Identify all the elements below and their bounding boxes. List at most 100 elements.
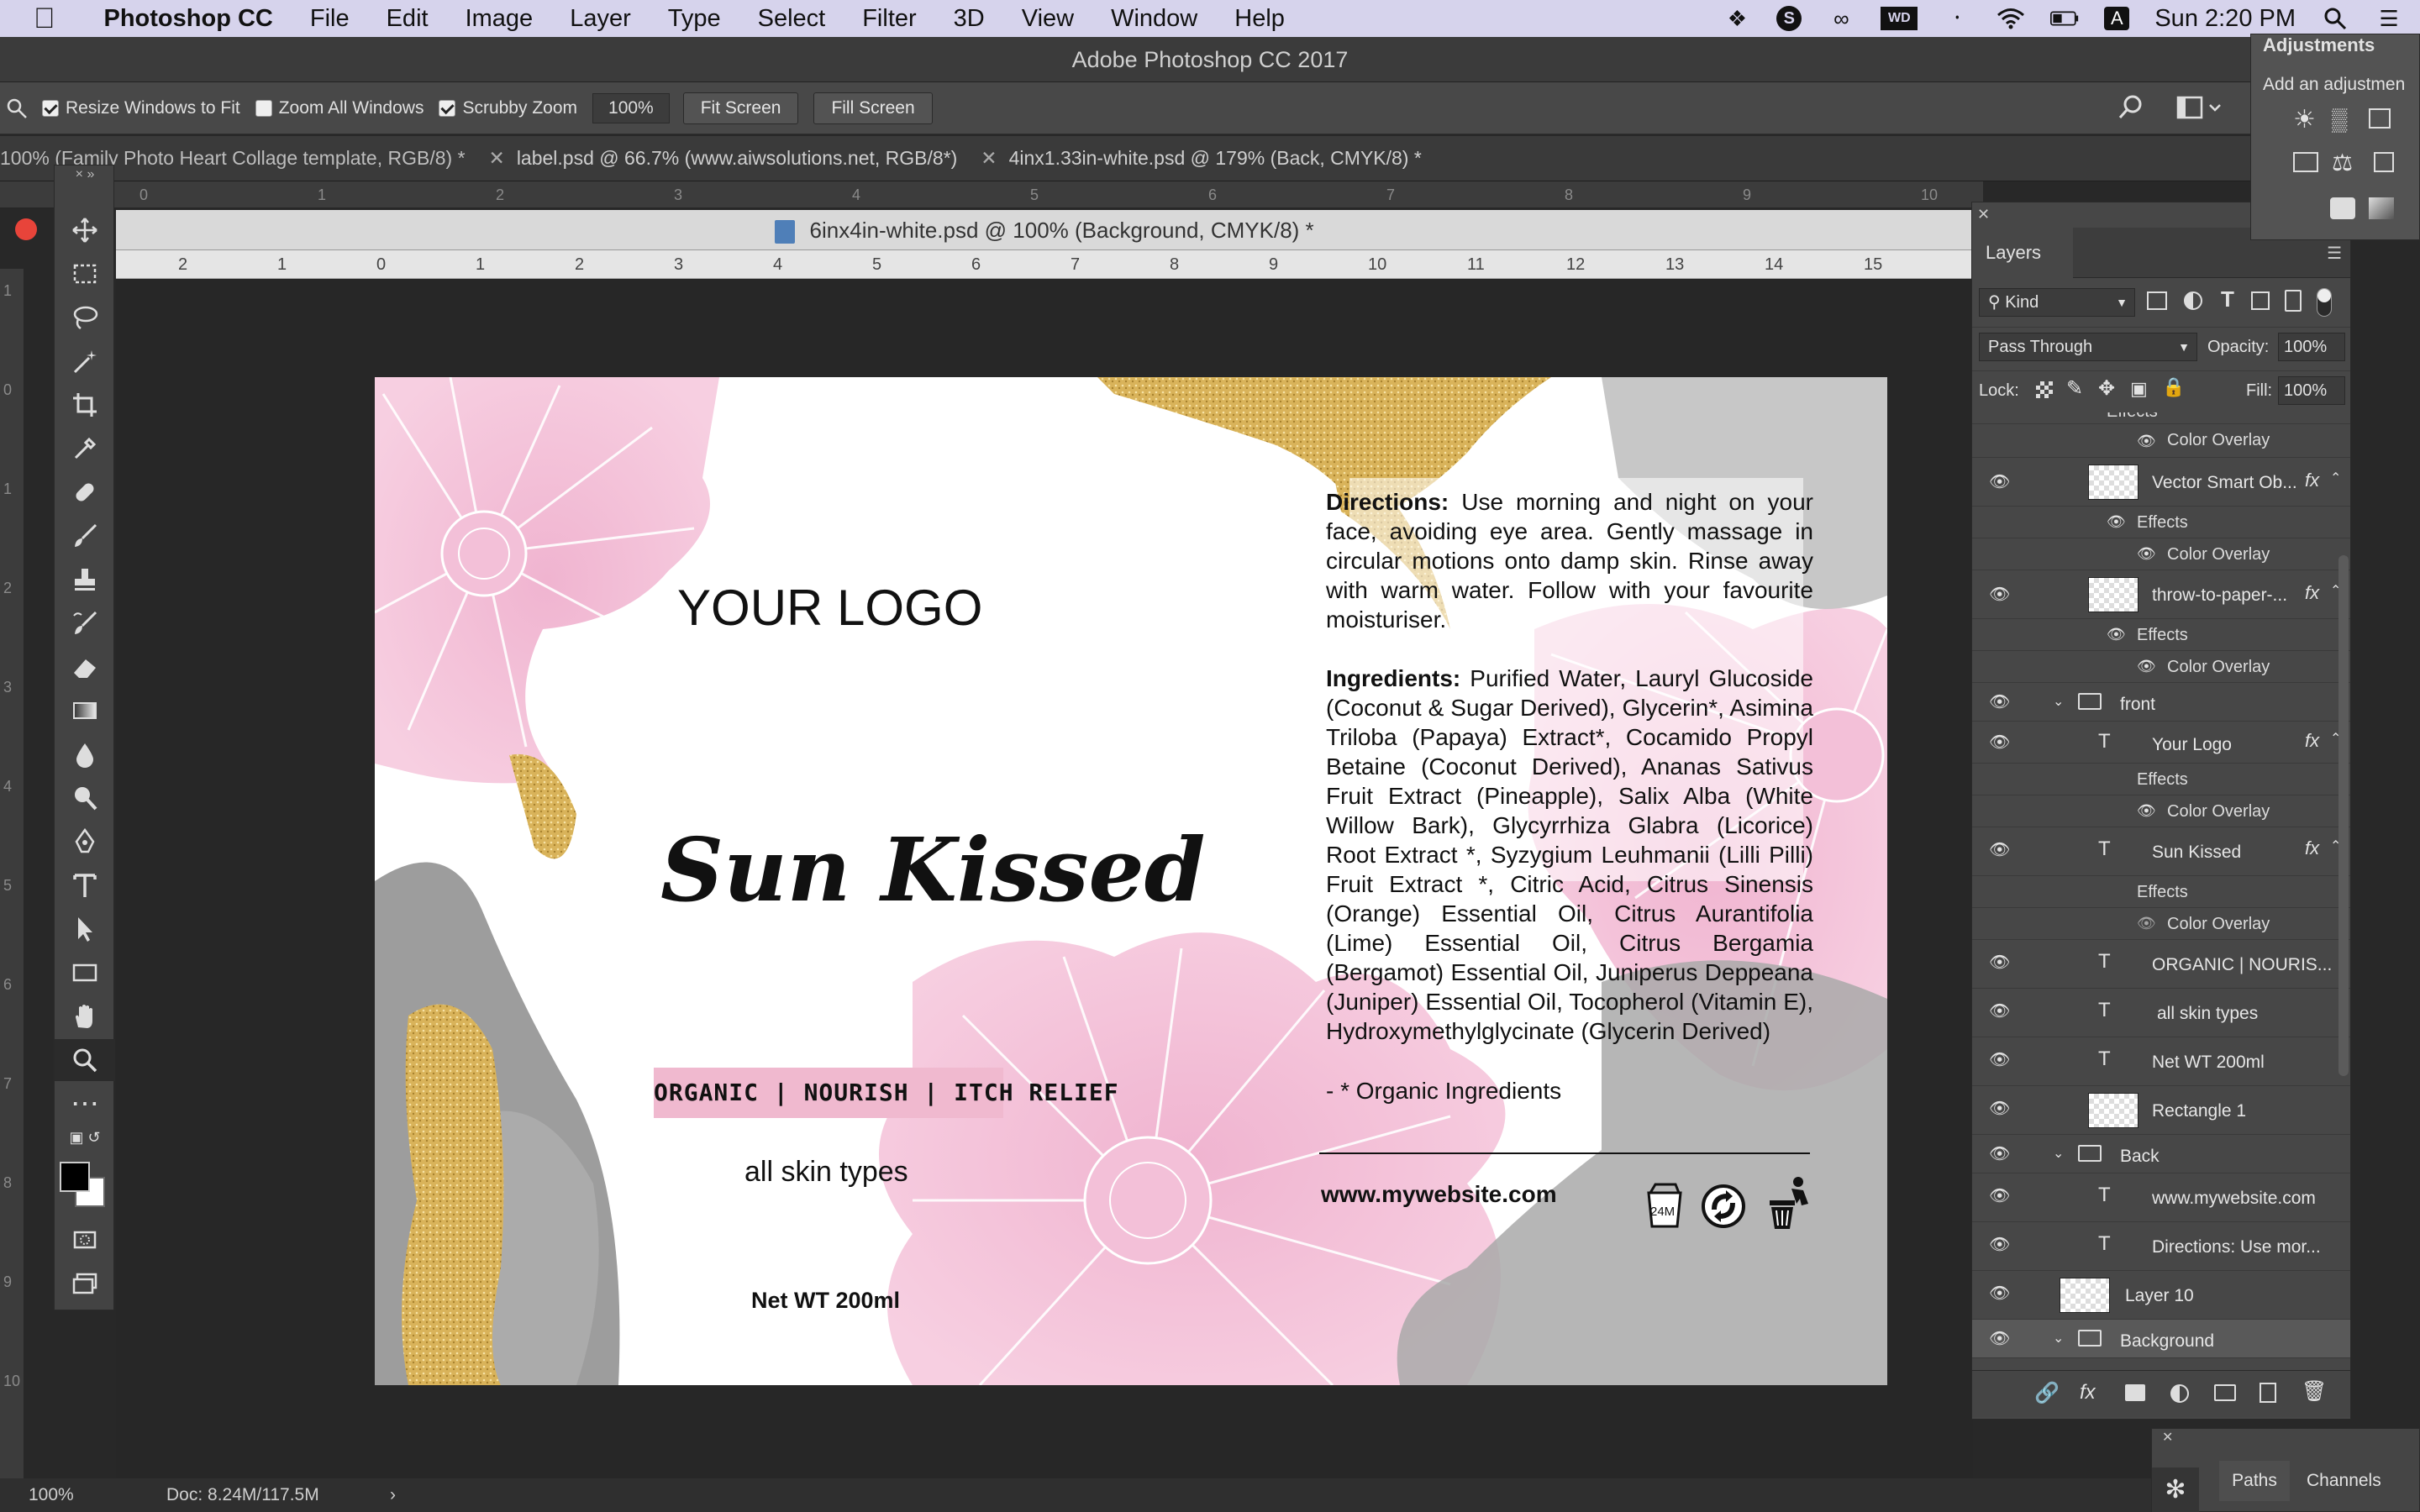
stamp-tool-icon[interactable] <box>55 559 115 601</box>
path-selection-icon[interactable] <box>55 908 115 950</box>
label-canvas[interactable]: YOUR LOGO Sun Kissed ORGANIC | NOURISH |… <box>375 377 1887 1385</box>
magic-wand-icon[interactable] <box>55 340 115 382</box>
layer-net-wt[interactable]: 👁 T Net WT 200ml <box>1972 1037 2350 1086</box>
chevron-down-icon[interactable]: ⌄ <box>2053 1145 2064 1162</box>
opacity-field[interactable]: 100% <box>2278 333 2345 361</box>
battery-icon[interactable] <box>2050 7 2079 30</box>
eye-icon[interactable]: 👁 <box>2137 915 2156 932</box>
fx-badge[interactable]: fx <box>2305 837 2319 859</box>
ingredients-block[interactable]: Ingredients: Purified Water, Lauryl Gluc… <box>1326 664 1813 1046</box>
adjustments-tab[interactable]: Adjustments <box>2263 34 2375 56</box>
screen-mode-icon[interactable] <box>55 1263 115 1305</box>
layers-panel-close[interactable]: ✕ <box>1977 206 1990 223</box>
layers-tab[interactable]: Layers <box>1972 228 2073 278</box>
menu-file[interactable]: File <box>292 5 368 33</box>
tab-paths[interactable]: Paths <box>2219 1461 2290 1501</box>
layer-color-overlay-row[interactable]: 👁 Color Overlay <box>1972 651 2350 683</box>
layer-directions[interactable]: 👁 T Directions: Use mor... <box>1972 1222 2350 1271</box>
lock-transparency-icon[interactable] <box>2036 381 2053 398</box>
wd-drive-icon[interactable]: WD <box>1881 7 1918 30</box>
input-source-icon[interactable]: A <box>2104 7 2130 30</box>
filter-type-icon[interactable]: T <box>2221 286 2234 312</box>
notification-center-icon[interactable]: ☰ <box>2375 6 2403 31</box>
kind-filter-select[interactable]: ⚲ Kind ▼ <box>1979 288 2135 317</box>
quick-mask-icon[interactable] <box>55 1219 115 1261</box>
rectangle-tool-icon[interactable] <box>55 952 115 994</box>
menu-edit[interactable]: Edit <box>368 5 447 33</box>
lock-pixels-icon[interactable]: ✎ <box>2066 376 2083 401</box>
invert-icon[interactable] <box>2330 197 2355 219</box>
fx-badge[interactable]: fx <box>2305 730 2319 752</box>
organic-note[interactable]: - * Organic Ingredients <box>1326 1078 1561 1105</box>
bluetooth-icon[interactable]: ᛫ <box>1943 6 1971 31</box>
brightness-icon[interactable]: ☀ <box>2293 105 2316 134</box>
hand-tool-icon[interactable] <box>55 995 115 1037</box>
bw-icon[interactable]: ⚖ <box>2332 149 2353 176</box>
logo-text[interactable]: YOUR LOGO <box>677 579 982 637</box>
close-tab-icon[interactable]: ✕ <box>981 147 1008 169</box>
gradient-tool-icon[interactable] <box>55 690 115 732</box>
document-title-bar[interactable]: 6inx4in-white.psd @ 100% (Background, CM… <box>15 210 1973 250</box>
add-mask-icon[interactable] <box>2125 1384 2145 1401</box>
layer-effects-row[interactable]: 👁 Effects <box>1972 619 2350 651</box>
foreground-color-swatch[interactable] <box>60 1162 90 1192</box>
lock-artboard-icon[interactable]: ▣ <box>2130 378 2148 400</box>
layer-color-overlay-row[interactable]: 👁 Color Overlay <box>1972 908 2350 940</box>
visibility-eye-icon[interactable]: 👁 <box>1989 1098 2010 1119</box>
panel-icon[interactable]: ✻ <box>2152 1467 2199 1512</box>
layer-your-logo[interactable]: 👁 T Your Logo fx ⌃ <box>1972 722 2350 764</box>
crop-tool-icon[interactable] <box>55 384 115 426</box>
new-layer-icon[interactable] <box>2260 1383 2276 1403</box>
layer-website[interactable]: 👁 T www.mywebsite.com <box>1972 1173 2350 1222</box>
layer-group-background[interactable]: 👁 ⌄ Background <box>1972 1320 2350 1358</box>
fx-badge[interactable]: fx <box>2305 470 2319 491</box>
menu-layer[interactable]: Layer <box>551 5 650 33</box>
zoom-tool-icon[interactable] <box>0 97 34 119</box>
move-tool-icon[interactable] <box>55 209 115 251</box>
tab-channels[interactable]: Channels <box>2307 1461 2381 1501</box>
skin-types-text[interactable]: all skin types <box>744 1156 908 1189</box>
history-brush-icon[interactable] <box>55 602 115 644</box>
layer-group-back[interactable]: 👁 ⌄ Back <box>1972 1135 2350 1173</box>
menu-3d[interactable]: 3D <box>935 5 1003 33</box>
directions-block[interactable]: Directions: Use morning and night on you… <box>1326 487 1813 634</box>
chevron-down-icon[interactable]: ⌄ <box>2053 693 2064 710</box>
eye-icon[interactable]: 👁 <box>2137 802 2156 820</box>
creative-cloud-icon[interactable]: ∞ <box>1827 6 1855 31</box>
status-doc-size[interactable]: Doc: 8.24M/117.5M <box>166 1478 319 1512</box>
tab-label-psd[interactable]: ✕ label.psd @ 66.7% (www.aiwsolutions.net… <box>489 147 981 170</box>
zoom-all-windows-checkbox[interactable]: Zoom All Windows <box>255 98 424 118</box>
filter-adjustment-icon[interactable] <box>2184 291 2202 310</box>
fx-badge[interactable]: fx <box>2305 582 2319 604</box>
healing-brush-icon[interactable] <box>55 471 115 513</box>
layer-effects-row[interactable]: Effects <box>1972 876 2350 908</box>
eyedropper-icon[interactable] <box>55 428 115 470</box>
wifi-icon[interactable] <box>1996 7 2025 30</box>
photo-filter-icon[interactable] <box>2374 152 2394 172</box>
levels-icon[interactable]: ▒ <box>2332 107 2347 133</box>
layer-throw-to-paper[interactable]: 👁 throw-to-paper-... fx ⌃ <box>1972 570 2350 619</box>
net-weight-text[interactable]: Net WT 200ml <box>751 1288 900 1314</box>
layer-organic[interactable]: 👁 T ORGANIC | NOURIS... <box>1972 940 2350 989</box>
skype-icon[interactable]: S <box>1776 6 1802 31</box>
lock-all-icon[interactable]: 🔒 <box>2162 376 2185 398</box>
link-layers-icon[interactable]: 🔗 <box>2034 1381 2060 1405</box>
filter-shape-icon[interactable] <box>2251 291 2270 310</box>
menu-help[interactable]: Help <box>1216 5 1303 33</box>
menu-image[interactable]: Image <box>447 5 552 33</box>
curves-icon[interactable] <box>2369 108 2391 129</box>
visibility-eye-icon[interactable]: 👁 <box>1989 952 2010 973</box>
ruler-horizontal[interactable]: 2 1 0 1 2 3 4 5 6 7 8 9 10 11 12 13 14 15 <box>116 250 1973 279</box>
tools-panel-header[interactable]: × » <box>55 165 115 184</box>
filter-toggle-icon[interactable] <box>2317 288 2332 317</box>
eye-icon[interactable]: 👁 <box>2107 513 2126 531</box>
eye-icon[interactable]: 👁 <box>2137 433 2156 450</box>
layer-color-overlay-row[interactable]: 👁 Color Overlay <box>1972 538 2350 570</box>
visibility-eye-icon[interactable]: 👁 <box>1989 471 2010 492</box>
layer-effects-row[interactable]: Effects <box>1972 764 2350 795</box>
menu-view[interactable]: View <box>1003 5 1092 33</box>
swap-colors-icon[interactable]: ▣ ↺ <box>55 1125 115 1150</box>
product-name[interactable]: Sun Kissed <box>660 818 1205 921</box>
visibility-eye-icon[interactable]: 👁 <box>1989 1049 2010 1070</box>
fill-field[interactable]: 100% <box>2278 376 2345 405</box>
